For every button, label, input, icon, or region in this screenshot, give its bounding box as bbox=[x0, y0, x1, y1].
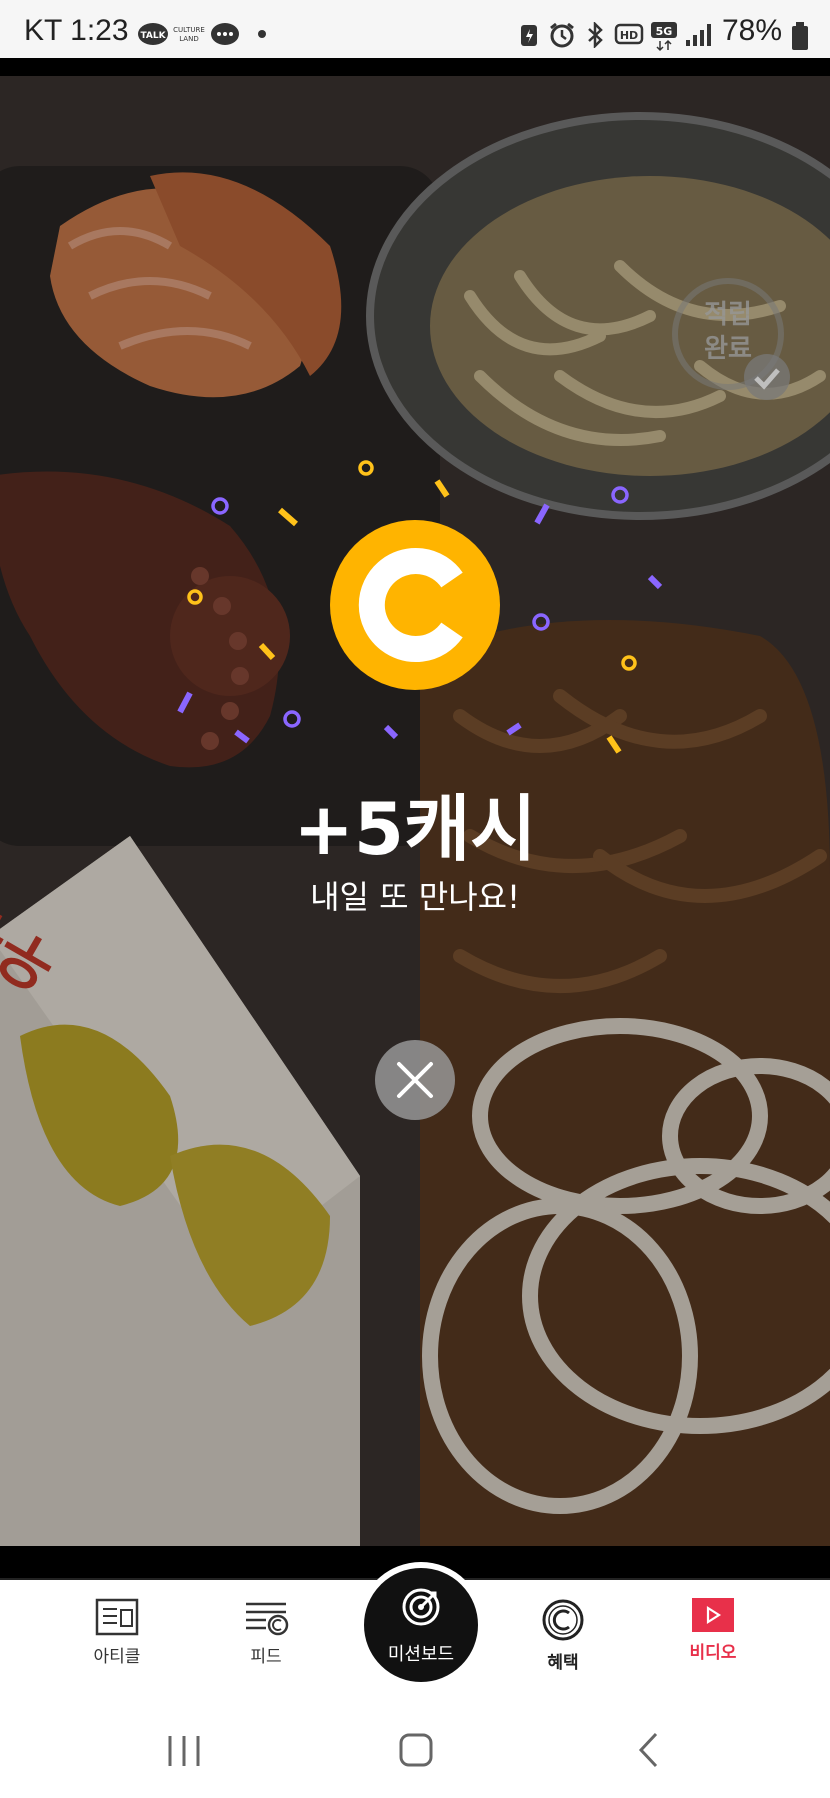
back-icon[interactable] bbox=[636, 1730, 660, 1770]
tab-label: 혜택 bbox=[547, 1653, 579, 1673]
tab-label: 피드 bbox=[250, 1647, 282, 1667]
system-navigation-bar bbox=[0, 1698, 830, 1798]
tab-label: 아티클 bbox=[93, 1647, 141, 1667]
mission-target-icon bbox=[402, 1588, 440, 1626]
recent-apps-icon[interactable] bbox=[166, 1734, 202, 1768]
cash-coin-icon bbox=[330, 520, 500, 690]
tab-feed[interactable]: 피드 bbox=[206, 1598, 326, 1667]
tab-label: 미션보드 bbox=[387, 1644, 455, 1665]
close-icon bbox=[397, 1062, 433, 1098]
reward-message: 내일 또 만나요! bbox=[310, 878, 520, 916]
home-icon[interactable] bbox=[398, 1732, 434, 1768]
tab-video[interactable]: 비디오 bbox=[653, 1598, 773, 1663]
tab-mission-board[interactable]: 미션보드 bbox=[358, 1562, 484, 1688]
video-play-icon bbox=[692, 1598, 734, 1632]
feed-icon bbox=[246, 1602, 289, 1636]
close-button[interactable] bbox=[375, 1040, 455, 1120]
tab-article[interactable]: 아티클 bbox=[57, 1598, 177, 1667]
cash-coin-icon bbox=[542, 1599, 584, 1641]
article-icon bbox=[95, 1598, 139, 1636]
reward-amount: +5캐시 bbox=[293, 787, 537, 871]
tab-label: 비디오 bbox=[689, 1643, 737, 1663]
tab-benefits[interactable]: 혜택 bbox=[503, 1598, 623, 1673]
